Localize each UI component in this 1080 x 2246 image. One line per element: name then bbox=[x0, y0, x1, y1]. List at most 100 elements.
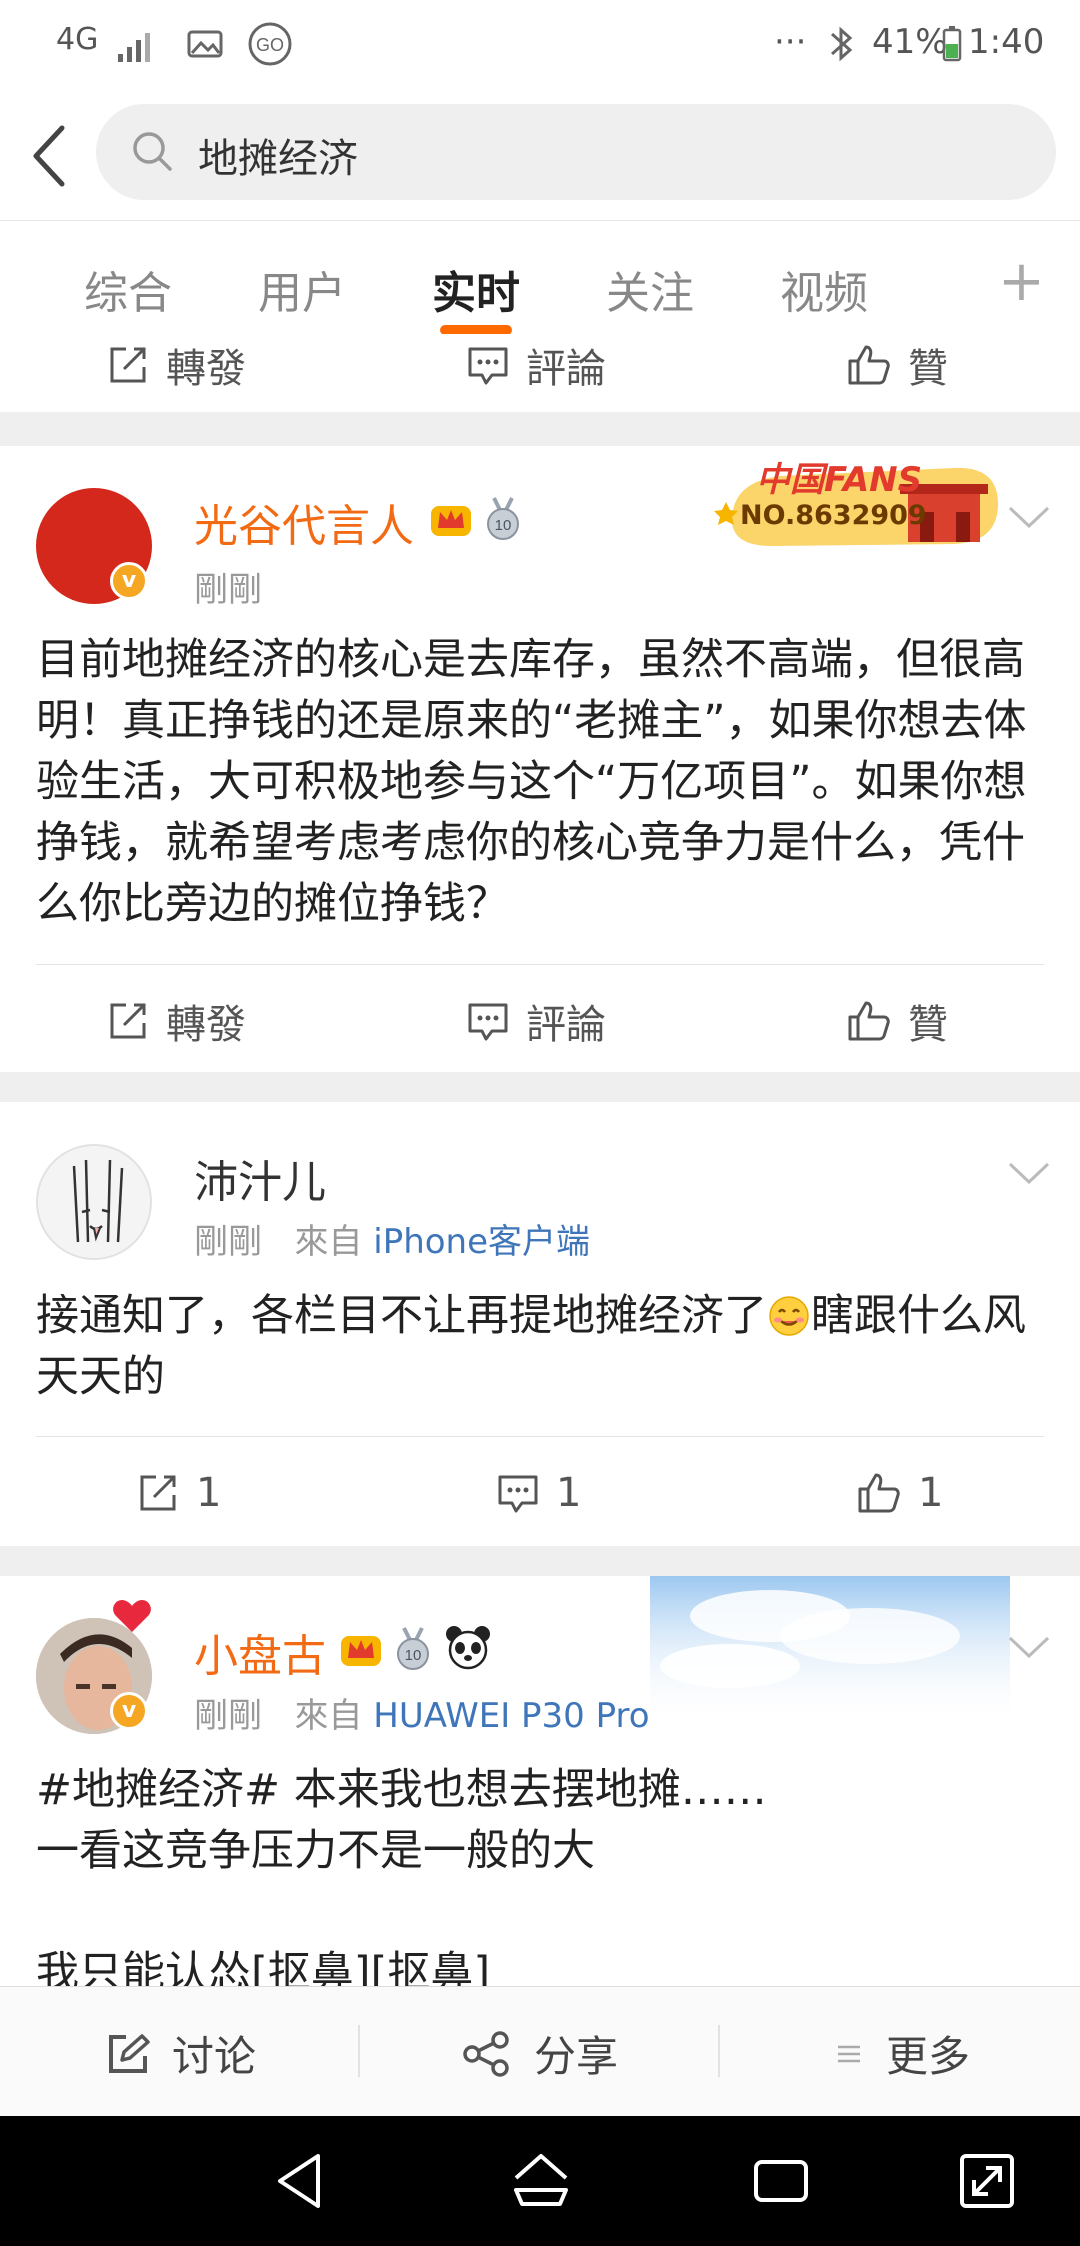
panda-icon bbox=[446, 1626, 490, 1670]
comment-icon bbox=[498, 1475, 538, 1513]
post-card[interactable]: v 小盘古 10 剛剛 來自 HUAWEI P30 Pro #地摊经济# 本来我… bbox=[0, 1576, 1080, 1986]
status-bar: 4G GO ··· 41% 1:40 bbox=[0, 0, 1080, 92]
repost-button[interactable]: 轉發 bbox=[106, 338, 246, 392]
system-navigation-bar bbox=[0, 2116, 1080, 2246]
edit-icon bbox=[109, 2033, 150, 2073]
medal-icon: 10 bbox=[397, 1627, 429, 1670]
bluetooth-icon bbox=[831, 26, 853, 62]
like-button[interactable]: 贊 bbox=[846, 338, 948, 392]
comment-button[interactable]: 評論 bbox=[466, 994, 606, 1048]
search-input[interactable]: 地摊经济 bbox=[96, 104, 1056, 200]
tab-following[interactable]: 关注 bbox=[606, 257, 694, 321]
post-line-3: 我只能认怂[抠鼻][抠鼻] bbox=[36, 1948, 491, 1986]
post-source[interactable]: HUAWEI P30 Pro bbox=[373, 1696, 649, 1736]
fans-badge-number: NO.8632909 bbox=[740, 500, 927, 531]
more-label: 更多 bbox=[886, 2032, 971, 2081]
search-header: 地摊经济 bbox=[0, 92, 1080, 220]
like-button[interactable]: 贊 bbox=[846, 994, 948, 1048]
tab-video[interactable]: 视频 bbox=[780, 257, 868, 321]
comment-icon bbox=[468, 347, 508, 385]
go-icon: GO bbox=[248, 22, 292, 66]
repost-icon bbox=[140, 1475, 176, 1511]
comment-label: 評論 bbox=[526, 346, 606, 392]
source-prefix: 來自 bbox=[294, 1696, 363, 1736]
tab-bar: 综合 用户 实时 关注 视频 + bbox=[0, 220, 1080, 344]
thumbs-up-icon bbox=[848, 1001, 890, 1041]
feed-separator bbox=[0, 412, 1080, 446]
more-button[interactable]: 更多 bbox=[836, 2023, 970, 2084]
thumbs-up-icon bbox=[858, 1473, 900, 1513]
repost-count: 1 bbox=[196, 1470, 222, 1516]
tab-comprehensive[interactable]: 综合 bbox=[84, 257, 172, 321]
post-source[interactable]: iPhone客户端 bbox=[373, 1222, 590, 1262]
svg-text:10: 10 bbox=[405, 1647, 422, 1664]
post-line-1: #地摊经济# 本来我也想去摆地摊…… bbox=[36, 1765, 767, 1815]
discuss-button[interactable]: 讨论 bbox=[106, 2023, 256, 2084]
repost-icon bbox=[110, 347, 146, 383]
heart-decoration-icon bbox=[113, 1600, 151, 1632]
feed-separator bbox=[0, 1072, 1080, 1102]
nav-home-icon[interactable] bbox=[508, 2148, 574, 2214]
back-arrow-icon[interactable] bbox=[22, 118, 82, 194]
post-time: 剛剛 bbox=[194, 1222, 262, 1262]
comment-button[interactable]: 評論 bbox=[466, 338, 606, 392]
like-label: 贊 bbox=[908, 346, 948, 392]
battery-percent: 41% bbox=[872, 22, 948, 62]
signal-icon bbox=[118, 33, 150, 62]
thumbs-up-icon bbox=[848, 345, 890, 385]
medal-icon: 10 bbox=[487, 497, 519, 540]
post-text[interactable]: 目前地摊经济的核心是去库存，虽然不高端，但很高明！真正挣钱的还是原来的“老摊主”… bbox=[36, 630, 1046, 935]
username[interactable]: 光谷代言人 bbox=[194, 490, 414, 554]
search-icon bbox=[133, 132, 172, 171]
nav-recents-icon[interactable] bbox=[748, 2148, 814, 2214]
post-card[interactable]: v 光谷代言人 10 中国FANS NO.8632909 剛剛 目前地摊经济的核… bbox=[0, 446, 1080, 1072]
chevron-down-icon[interactable] bbox=[1006, 502, 1052, 532]
share-label: 分享 bbox=[534, 2032, 619, 2081]
repost-button[interactable]: 1 bbox=[136, 1466, 221, 1520]
like-label: 贊 bbox=[908, 1002, 948, 1048]
tab-realtime[interactable]: 实时 bbox=[432, 257, 520, 321]
clock: 1:40 bbox=[968, 22, 1045, 62]
like-count: 1 bbox=[918, 1470, 944, 1516]
avatar[interactable] bbox=[36, 1144, 152, 1260]
fans-badge-title: 中国FANS bbox=[756, 460, 923, 500]
source-prefix: 來自 bbox=[294, 1222, 363, 1262]
crown-vip-icon bbox=[341, 1636, 381, 1666]
chevron-down-icon[interactable] bbox=[1006, 1632, 1052, 1662]
toolbar-separator bbox=[358, 2025, 360, 2077]
nav-expand-icon[interactable] bbox=[954, 2148, 1020, 2214]
comment-icon bbox=[468, 1003, 508, 1041]
nav-back-icon[interactable] bbox=[268, 2148, 334, 2214]
comment-label: 評論 bbox=[526, 1002, 606, 1048]
share-button[interactable]: 分享 bbox=[462, 2023, 618, 2084]
chevron-down-icon[interactable] bbox=[1006, 1158, 1052, 1188]
discuss-label: 讨论 bbox=[172, 2032, 257, 2081]
verified-badge-icon: v bbox=[110, 1692, 148, 1730]
repost-label: 轉發 bbox=[166, 346, 246, 392]
tab-users[interactable]: 用户 bbox=[258, 257, 346, 321]
menu-lines-icon bbox=[838, 2045, 860, 2062]
more-status-dots: ··· bbox=[774, 22, 807, 62]
post-time: 剛剛 bbox=[194, 1696, 262, 1736]
add-tab-button[interactable]: + bbox=[998, 249, 1045, 314]
post-card[interactable]: 沛汁儿 剛剛 來自 iPhone客户端 接通知了，各栏目不让再提地摊经济了 瞎跟… bbox=[0, 1102, 1080, 1546]
comment-button[interactable]: 1 bbox=[496, 1466, 581, 1520]
like-button[interactable]: 1 bbox=[856, 1466, 943, 1520]
drooling-emoji-icon bbox=[769, 1296, 809, 1336]
cloud-background-decoration bbox=[650, 1576, 1010, 1726]
username[interactable]: 小盘古 bbox=[194, 1620, 326, 1684]
search-query: 地摊经济 bbox=[198, 136, 358, 182]
post-text[interactable]: #地摊经济# 本来我也想去摆地摊…… 一看这竞争压力不是一般的大 我只能认怂[抠… bbox=[36, 1760, 1046, 1986]
post-text-part1: 接通知了，各栏目不让再提地摊经济了 bbox=[36, 1291, 767, 1341]
repost-label: 轉發 bbox=[166, 1002, 246, 1048]
post-actions-previous: 轉發 評論 贊 bbox=[0, 334, 1080, 412]
repost-icon bbox=[110, 1003, 146, 1039]
repost-button[interactable]: 轉發 bbox=[106, 994, 246, 1048]
svg-text:10: 10 bbox=[495, 517, 512, 534]
post-time: 剛剛 bbox=[194, 570, 262, 610]
post-text[interactable]: 接通知了，各栏目不让再提地摊经济了 瞎跟什么风天天的 bbox=[36, 1286, 1046, 1408]
bottom-toolbar: 讨论 分享 更多 bbox=[0, 1986, 1080, 2116]
crown-vip-icon bbox=[431, 506, 471, 536]
bunny-avatar-icon bbox=[72, 1159, 124, 1243]
username[interactable]: 沛汁儿 bbox=[194, 1146, 326, 1210]
